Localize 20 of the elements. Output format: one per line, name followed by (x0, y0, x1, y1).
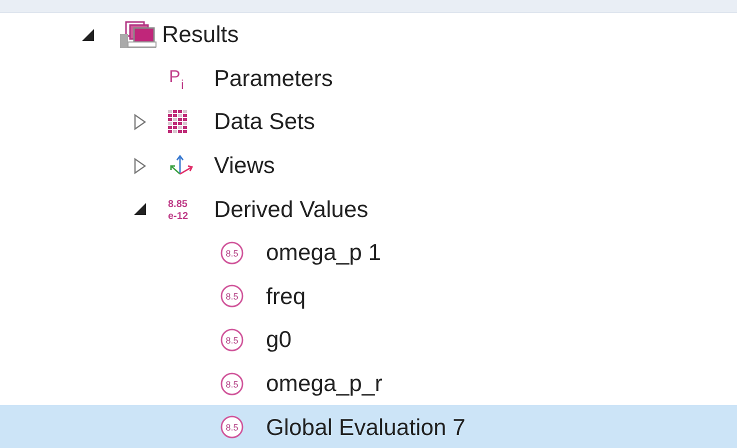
grid-icon (168, 110, 188, 134)
tree-item[interactable]: Data Sets (0, 100, 737, 144)
derived-values-icon: 8.85 e-12 (168, 196, 194, 222)
value-icon: 8.5 (220, 415, 244, 440)
value-icon: 8.5 (220, 240, 244, 265)
tree-item[interactable]: 8.5 Global Evaluation 7 (0, 405, 737, 448)
value-icon: 8.5 (220, 328, 244, 352)
expanded-arrow-icon[interactable] (80, 26, 96, 43)
collapsed-arrow-icon[interactable] (132, 156, 148, 175)
tree-item[interactable]: 8.5 omega_p 1 (0, 230, 737, 275)
tree-item[interactable]: 8.5 g0 (0, 318, 737, 362)
tree-item[interactable]: Results (0, 13, 737, 57)
tree-item[interactable]: Views (0, 144, 737, 188)
collapsed-arrow-icon[interactable] (132, 112, 148, 131)
tree-item[interactable]: 8.5 freq (0, 274, 737, 318)
tree-item[interactable]: 8.5 omega_p_r (0, 362, 737, 406)
tree-item[interactable]: 8.85 e-12 Derived Values (0, 187, 737, 231)
value-icon: 8.5 (220, 372, 244, 396)
expanded-arrow-icon[interactable] (132, 201, 148, 218)
value-icon: 8.5 (220, 284, 244, 308)
